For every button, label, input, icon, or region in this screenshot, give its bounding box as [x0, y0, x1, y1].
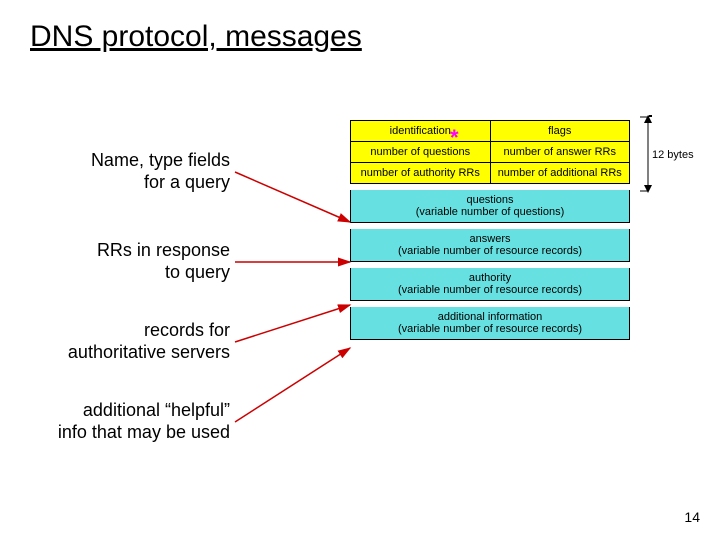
section-title: answers	[470, 233, 511, 245]
section-answers: answers (variable number of resource rec…	[350, 229, 630, 262]
label-query: Name, type fields for a query	[30, 150, 230, 193]
section-cell: questions (variable number of questions)	[351, 190, 629, 222]
field-num-additional: number of additional RRs	[491, 163, 630, 183]
section-title: questions	[466, 194, 513, 206]
section-sub: (variable number of questions)	[416, 206, 565, 218]
label-line: info that may be used	[58, 422, 230, 442]
header-row-1: identification flags	[350, 120, 630, 142]
section-additional: additional information (variable number …	[350, 307, 630, 340]
label-line: additional “helpful”	[83, 400, 230, 420]
field-num-answers: number of answer RRs	[491, 142, 630, 162]
field-num-authority: number of authority RRs	[351, 163, 491, 183]
label-authority: records for authoritative servers	[30, 320, 230, 363]
bracket-label: 12 bytes	[652, 149, 694, 161]
section-sub: (variable number of resource records)	[398, 284, 582, 296]
section-cell: answers (variable number of resource rec…	[351, 229, 629, 261]
section-authority: authority (variable number of resource r…	[350, 268, 630, 301]
section-sub: (variable number of resource records)	[398, 245, 582, 257]
slide-title: DNS protocol, messages	[30, 20, 362, 54]
label-additional: additional “helpful” info that may be us…	[20, 400, 230, 443]
section-sub: (variable number of resource records)	[398, 323, 582, 335]
section-cell: authority (variable number of resource r…	[351, 268, 629, 300]
label-line: for a query	[144, 172, 230, 192]
field-num-questions: number of questions	[351, 142, 491, 162]
label-answers: RRs in response to query	[30, 240, 230, 283]
dns-message-diagram: identification flags number of questions…	[350, 120, 630, 340]
section-title: authority	[469, 272, 511, 284]
label-line: authoritative servers	[68, 342, 230, 362]
label-line: to query	[165, 262, 230, 282]
field-flags: flags	[491, 121, 630, 141]
field-identification: identification	[351, 121, 491, 141]
header-row-2: number of questions number of answer RRs	[350, 142, 630, 163]
header-row-3: number of authority RRs number of additi…	[350, 163, 630, 184]
page-number: 14	[684, 509, 700, 525]
star-icon: *	[450, 125, 459, 151]
label-line: RRs in response	[97, 240, 230, 260]
label-line: Name, type fields	[91, 150, 230, 170]
section-cell: additional information (variable number …	[351, 307, 629, 339]
section-questions: questions (variable number of questions)	[350, 190, 630, 223]
section-title: additional information	[438, 311, 543, 323]
label-line: records for	[144, 320, 230, 340]
